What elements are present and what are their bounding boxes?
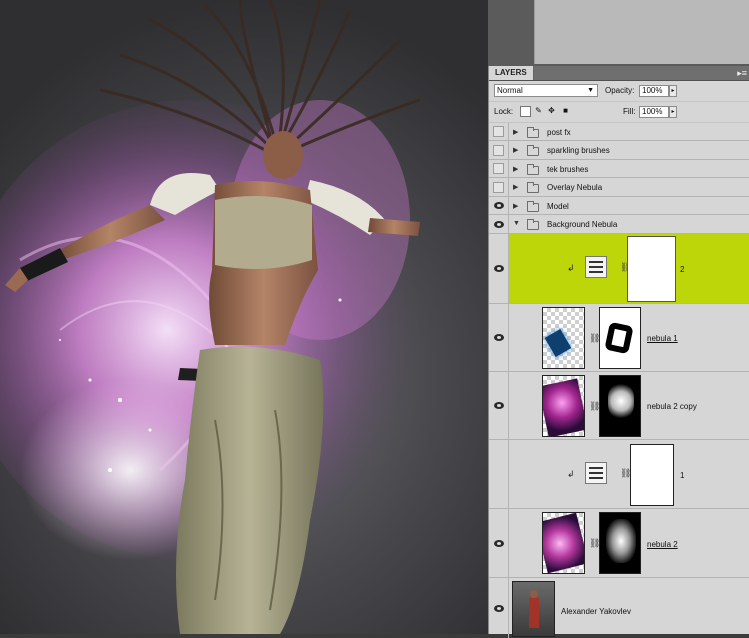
layer-row[interactable]: ⛓ nebula 1 [489, 304, 749, 372]
panel-tab-bar: LAYERS ▸≡ [489, 66, 749, 81]
layer-row[interactable]: ↲ ⛓ 1 [489, 440, 749, 509]
layer-group-row[interactable]: ▶ sparkling brushes [489, 141, 749, 160]
visibility-toggle[interactable] [489, 440, 509, 508]
layer-name: nebula 2 copy [647, 402, 697, 411]
visibility-toggle[interactable] [489, 197, 509, 214]
layer-name: Alexander Yakovlev [561, 607, 631, 616]
layer-mask-thumbnail[interactable] [627, 236, 676, 302]
fill-stepper[interactable]: ▸ [669, 106, 677, 118]
visibility-toggle[interactable] [489, 141, 509, 159]
layer-name: nebula 1 [647, 334, 678, 343]
visibility-off-icon [493, 163, 504, 174]
layer-group-row[interactable]: ▶ Overlay Nebula [489, 178, 749, 197]
opacity-label: Opacity: [605, 86, 635, 95]
artwork-image [0, 0, 421, 634]
document-canvas[interactable] [0, 0, 488, 634]
layer-thumbnail[interactable] [542, 512, 585, 574]
eye-icon [494, 202, 504, 209]
layer-mask-thumbnail[interactable] [599, 512, 641, 574]
layer-row[interactable]: ⛓ nebula 2 [489, 509, 749, 578]
layer-name: 1 [680, 471, 685, 480]
eye-icon [494, 605, 504, 612]
opacity-input[interactable]: 100% [639, 85, 669, 97]
levels-adjustment-icon [585, 256, 607, 278]
layer-row[interactable]: ⛓ nebula 2 copy [489, 372, 749, 440]
workspace-background [488, 0, 749, 66]
clipping-arrow-icon: ↲ [567, 263, 575, 273]
tab-layers[interactable]: LAYERS [489, 66, 534, 80]
layer-name: post fx [547, 128, 571, 137]
blend-mode-value: Normal [497, 86, 523, 95]
folder-icon [527, 182, 539, 193]
layer-group-row[interactable]: ▶ Model [489, 197, 749, 215]
layer-name: Model [547, 202, 569, 211]
document-window-edge [534, 0, 749, 64]
layer-mask-thumbnail[interactable] [599, 307, 641, 369]
visibility-toggle[interactable] [489, 509, 509, 577]
eye-icon [494, 402, 504, 409]
visibility-toggle[interactable] [489, 160, 509, 177]
folder-icon [527, 219, 539, 230]
eye-icon [494, 540, 504, 547]
eye-icon [494, 221, 504, 228]
visibility-toggle[interactable] [489, 123, 509, 140]
chevron-down-icon: ▼ [587, 87, 594, 94]
collapse-arrow-icon[interactable]: ▼ [513, 220, 520, 227]
layer-group-row[interactable]: ▶ tek brushes [489, 160, 749, 178]
lock-row: Lock: ✎ ✥ ■ Fill: 100% ▸ [489, 102, 749, 123]
fill-input[interactable]: 100% [639, 106, 669, 118]
visibility-toggle[interactable] [489, 304, 509, 371]
panel-menu-icon[interactable]: ▸≡ [737, 68, 747, 79]
folder-icon [527, 164, 539, 175]
visibility-off-icon [493, 126, 504, 137]
lock-transparent-icon[interactable] [520, 106, 531, 117]
lock-all-icon[interactable]: ■ [561, 106, 570, 115]
folder-icon [527, 145, 539, 156]
layers-panel: LAYERS ▸≡ Normal ▼ Opacity: 100% ▸ Lock:… [488, 66, 749, 638]
blend-row: Normal ▼ Opacity: 100% ▸ [489, 81, 749, 102]
expand-arrow-icon[interactable]: ▶ [513, 202, 518, 210]
visibility-toggle[interactable] [489, 372, 509, 439]
visibility-toggle[interactable] [489, 178, 509, 196]
layer-name: tek brushes [547, 165, 589, 174]
visibility-off-icon [493, 145, 504, 156]
layer-name: sparkling brushes [547, 146, 610, 155]
lock-brush-icon[interactable]: ✎ [534, 106, 543, 115]
layer-row[interactable]: Alexander Yakovlev [489, 578, 749, 638]
layer-mask-thumbnail[interactable] [630, 444, 674, 506]
opacity-stepper[interactable]: ▸ [669, 85, 677, 97]
layer-name: nebula 2 [647, 540, 678, 549]
layer-thumbnail[interactable] [542, 307, 585, 369]
clipping-arrow-icon: ↲ [567, 469, 575, 479]
layer-mask-thumbnail[interactable] [599, 375, 641, 437]
layer-group-row[interactable]: ▼ Background Nebula [489, 215, 749, 234]
layer-thumbnail[interactable] [512, 581, 555, 637]
fill-label: Fill: [623, 107, 636, 116]
layer-name: Overlay Nebula [547, 183, 603, 192]
expand-arrow-icon[interactable]: ▶ [513, 128, 518, 136]
layer-thumbnail[interactable] [542, 375, 585, 437]
expand-arrow-icon[interactable]: ▶ [513, 146, 518, 154]
layer-group-row[interactable]: ▶ post fx [489, 123, 749, 141]
lock-label: Lock: [494, 107, 514, 116]
layer-row-selected[interactable]: ↲ ⛓ 2 [489, 234, 749, 304]
visibility-toggle[interactable] [489, 215, 509, 233]
expand-arrow-icon[interactable]: ▶ [513, 183, 518, 191]
visibility-toggle[interactable] [489, 578, 509, 638]
levels-adjustment-icon [585, 462, 607, 484]
layer-name: Background Nebula [547, 220, 618, 229]
expand-arrow-icon[interactable]: ▶ [513, 165, 518, 173]
folder-icon [527, 201, 539, 212]
visibility-toggle[interactable] [489, 234, 509, 303]
blend-mode-select[interactable]: Normal ▼ [494, 84, 598, 97]
folder-icon [527, 127, 539, 138]
eye-icon [494, 334, 504, 341]
eye-icon [494, 265, 504, 272]
layer-name: 2 [680, 265, 685, 274]
visibility-off-icon [493, 182, 504, 193]
lock-move-icon[interactable]: ✥ [547, 106, 556, 115]
